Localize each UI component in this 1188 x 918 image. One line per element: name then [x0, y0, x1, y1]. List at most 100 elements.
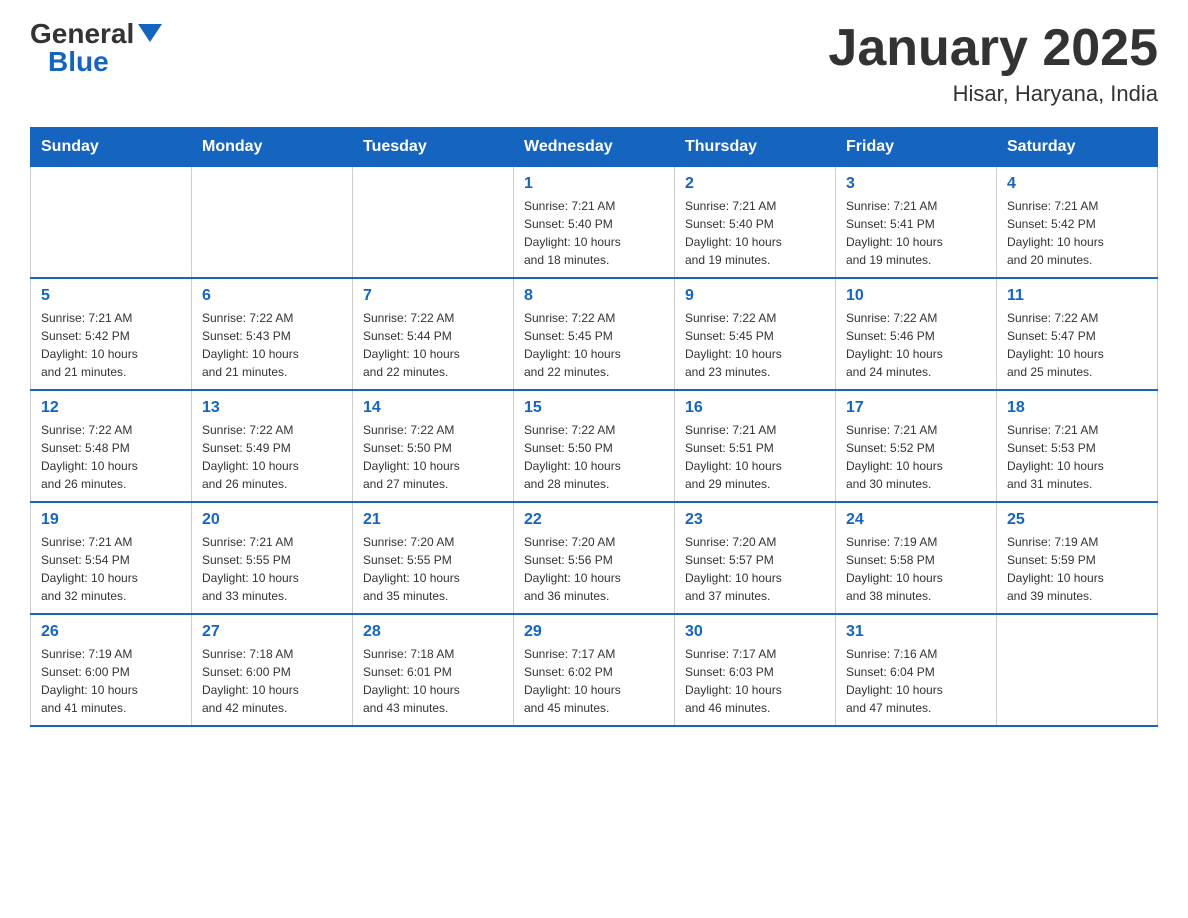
- calendar-week-row: 26 Sunrise: 7:19 AM Sunset: 6:00 PM Dayli…: [31, 614, 1158, 726]
- table-row: 7 Sunrise: 7:22 AM Sunset: 5:44 PM Daylig…: [353, 278, 514, 390]
- table-row: 16Sunrise: 7:21 AM Sunset: 5:51 PM Dayli…: [675, 390, 836, 502]
- table-row: 10 Sunrise: 7:22 AM Sunset: 5:46 PM Dayli…: [836, 278, 997, 390]
- day-info: Sunrise: 7:21 AM Sunset: 5:52 PM Dayligh…: [846, 421, 986, 493]
- calendar-week-row: 5 Sunrise: 7:21 AM Sunset: 5:42 PM Daylig…: [31, 278, 1158, 390]
- day-info: Sunrise: 7:18 AM Sunset: 6:00 PM Dayligh…: [202, 645, 342, 717]
- day-number: 28: [363, 623, 503, 641]
- table-row: 29 Sunrise: 7:17 AM Sunset: 6:02 PM Dayli…: [514, 614, 675, 726]
- day-info: Sunrise: 7:21 AM Sunset: 5:51 PM Dayligh…: [685, 421, 825, 493]
- table-row: 15 Sunrise: 7:22 AM Sunset: 5:50 PM Dayli…: [514, 390, 675, 502]
- day-number: 25: [1007, 511, 1147, 529]
- day-info: Sunrise: 7:22 AM Sunset: 5:47 PM Dayligh…: [1007, 309, 1147, 381]
- table-row: [997, 614, 1158, 726]
- table-row: 2 Sunrise: 7:21 AM Sunset: 5:40 PM Daylig…: [675, 167, 836, 279]
- day-info: Sunrise: 7:22 AM Sunset: 5:45 PM Dayligh…: [524, 309, 664, 381]
- day-info: Sunrise: 7:21 AM Sunset: 5:53 PM Dayligh…: [1007, 421, 1147, 493]
- table-row: 30Sunrise: 7:17 AM Sunset: 6:03 PM Dayli…: [675, 614, 836, 726]
- header-tuesday: Tuesday: [353, 128, 514, 167]
- table-row: 31 Sunrise: 7:16 AM Sunset: 6:04 PM Dayli…: [836, 614, 997, 726]
- calendar-title: January 2025: [828, 20, 1158, 77]
- day-info: Sunrise: 7:21 AM Sunset: 5:55 PM Dayligh…: [202, 533, 342, 605]
- day-number: 6: [202, 287, 342, 305]
- table-row: [353, 167, 514, 279]
- day-number: 20: [202, 511, 342, 529]
- table-row: 17 Sunrise: 7:21 AM Sunset: 5:52 PM Dayli…: [836, 390, 997, 502]
- day-number: 10: [846, 287, 986, 305]
- table-row: [31, 167, 192, 279]
- day-number: 15: [524, 399, 664, 417]
- table-row: 4 Sunrise: 7:21 AM Sunset: 5:42 PM Daylig…: [997, 167, 1158, 279]
- day-number: 4: [1007, 175, 1147, 193]
- day-number: 19: [41, 511, 181, 529]
- day-number: 3: [846, 175, 986, 193]
- day-number: 5: [41, 287, 181, 305]
- calendar-subtitle: Hisar, Haryana, India: [828, 81, 1158, 107]
- table-row: [192, 167, 353, 279]
- day-number: 2: [685, 175, 825, 193]
- day-info: Sunrise: 7:19 AM Sunset: 5:58 PM Dayligh…: [846, 533, 986, 605]
- header-monday: Monday: [192, 128, 353, 167]
- table-row: 24 Sunrise: 7:19 AM Sunset: 5:58 PM Dayli…: [836, 502, 997, 614]
- calendar-week-row: 12Sunrise: 7:22 AM Sunset: 5:48 PM Dayli…: [31, 390, 1158, 502]
- table-row: 9 Sunrise: 7:22 AM Sunset: 5:45 PM Daylig…: [675, 278, 836, 390]
- day-info: Sunrise: 7:22 AM Sunset: 5:50 PM Dayligh…: [524, 421, 664, 493]
- day-info: Sunrise: 7:21 AM Sunset: 5:42 PM Dayligh…: [1007, 197, 1147, 269]
- day-info: Sunrise: 7:19 AM Sunset: 5:59 PM Dayligh…: [1007, 533, 1147, 605]
- calendar-week-row: 19 Sunrise: 7:21 AM Sunset: 5:54 PM Dayli…: [31, 502, 1158, 614]
- calendar-week-row: 1 Sunrise: 7:21 AM Sunset: 5:40 PM Daylig…: [31, 167, 1158, 279]
- day-info: Sunrise: 7:22 AM Sunset: 5:43 PM Dayligh…: [202, 309, 342, 381]
- header-thursday: Thursday: [675, 128, 836, 167]
- day-number: 29: [524, 623, 664, 641]
- day-number: 17: [846, 399, 986, 417]
- logo-general-text: General: [30, 20, 134, 48]
- day-info: Sunrise: 7:20 AM Sunset: 5:55 PM Dayligh…: [363, 533, 503, 605]
- table-row: 8 Sunrise: 7:22 AM Sunset: 5:45 PM Daylig…: [514, 278, 675, 390]
- day-number: 8: [524, 287, 664, 305]
- header-saturday: Saturday: [997, 128, 1158, 167]
- day-number: 26: [41, 623, 181, 641]
- table-row: 18Sunrise: 7:21 AM Sunset: 5:53 PM Dayli…: [997, 390, 1158, 502]
- title-section: January 2025 Hisar, Haryana, India: [828, 20, 1158, 107]
- table-row: 1 Sunrise: 7:21 AM Sunset: 5:40 PM Daylig…: [514, 167, 675, 279]
- day-info: Sunrise: 7:19 AM Sunset: 6:00 PM Dayligh…: [41, 645, 181, 717]
- table-row: 5 Sunrise: 7:21 AM Sunset: 5:42 PM Daylig…: [31, 278, 192, 390]
- calendar-header-row: Sunday Monday Tuesday Wednesday Thursday…: [31, 128, 1158, 167]
- day-info: Sunrise: 7:22 AM Sunset: 5:45 PM Dayligh…: [685, 309, 825, 381]
- day-number: 24: [846, 511, 986, 529]
- table-row: 11Sunrise: 7:22 AM Sunset: 5:47 PM Dayli…: [997, 278, 1158, 390]
- day-info: Sunrise: 7:22 AM Sunset: 5:44 PM Dayligh…: [363, 309, 503, 381]
- header-sunday: Sunday: [31, 128, 192, 167]
- day-info: Sunrise: 7:21 AM Sunset: 5:54 PM Dayligh…: [41, 533, 181, 605]
- day-info: Sunrise: 7:16 AM Sunset: 6:04 PM Dayligh…: [846, 645, 986, 717]
- day-number: 23: [685, 511, 825, 529]
- day-number: 7: [363, 287, 503, 305]
- table-row: 12Sunrise: 7:22 AM Sunset: 5:48 PM Dayli…: [31, 390, 192, 502]
- logo: General Blue: [30, 20, 162, 76]
- day-number: 13: [202, 399, 342, 417]
- day-number: 9: [685, 287, 825, 305]
- calendar-table: Sunday Monday Tuesday Wednesday Thursday…: [30, 127, 1158, 727]
- day-info: Sunrise: 7:21 AM Sunset: 5:40 PM Dayligh…: [524, 197, 664, 269]
- day-info: Sunrise: 7:17 AM Sunset: 6:02 PM Dayligh…: [524, 645, 664, 717]
- table-row: 3Sunrise: 7:21 AM Sunset: 5:41 PM Daylig…: [836, 167, 997, 279]
- day-number: 21: [363, 511, 503, 529]
- day-info: Sunrise: 7:17 AM Sunset: 6:03 PM Dayligh…: [685, 645, 825, 717]
- day-info: Sunrise: 7:20 AM Sunset: 5:56 PM Dayligh…: [524, 533, 664, 605]
- day-number: 31: [846, 623, 986, 641]
- day-info: Sunrise: 7:22 AM Sunset: 5:50 PM Dayligh…: [363, 421, 503, 493]
- day-number: 1: [524, 175, 664, 193]
- table-row: 26 Sunrise: 7:19 AM Sunset: 6:00 PM Dayli…: [31, 614, 192, 726]
- table-row: 25 Sunrise: 7:19 AM Sunset: 5:59 PM Dayli…: [997, 502, 1158, 614]
- day-info: Sunrise: 7:22 AM Sunset: 5:49 PM Dayligh…: [202, 421, 342, 493]
- day-info: Sunrise: 7:21 AM Sunset: 5:42 PM Dayligh…: [41, 309, 181, 381]
- table-row: 20 Sunrise: 7:21 AM Sunset: 5:55 PM Dayli…: [192, 502, 353, 614]
- table-row: 27Sunrise: 7:18 AM Sunset: 6:00 PM Dayli…: [192, 614, 353, 726]
- table-row: 19 Sunrise: 7:21 AM Sunset: 5:54 PM Dayli…: [31, 502, 192, 614]
- header-wednesday: Wednesday: [514, 128, 675, 167]
- day-info: Sunrise: 7:22 AM Sunset: 5:46 PM Dayligh…: [846, 309, 986, 381]
- day-info: Sunrise: 7:22 AM Sunset: 5:48 PM Dayligh…: [41, 421, 181, 493]
- logo-triangle-icon: [138, 24, 162, 42]
- day-info: Sunrise: 7:21 AM Sunset: 5:40 PM Dayligh…: [685, 197, 825, 269]
- table-row: 23Sunrise: 7:20 AM Sunset: 5:57 PM Dayli…: [675, 502, 836, 614]
- day-number: 14: [363, 399, 503, 417]
